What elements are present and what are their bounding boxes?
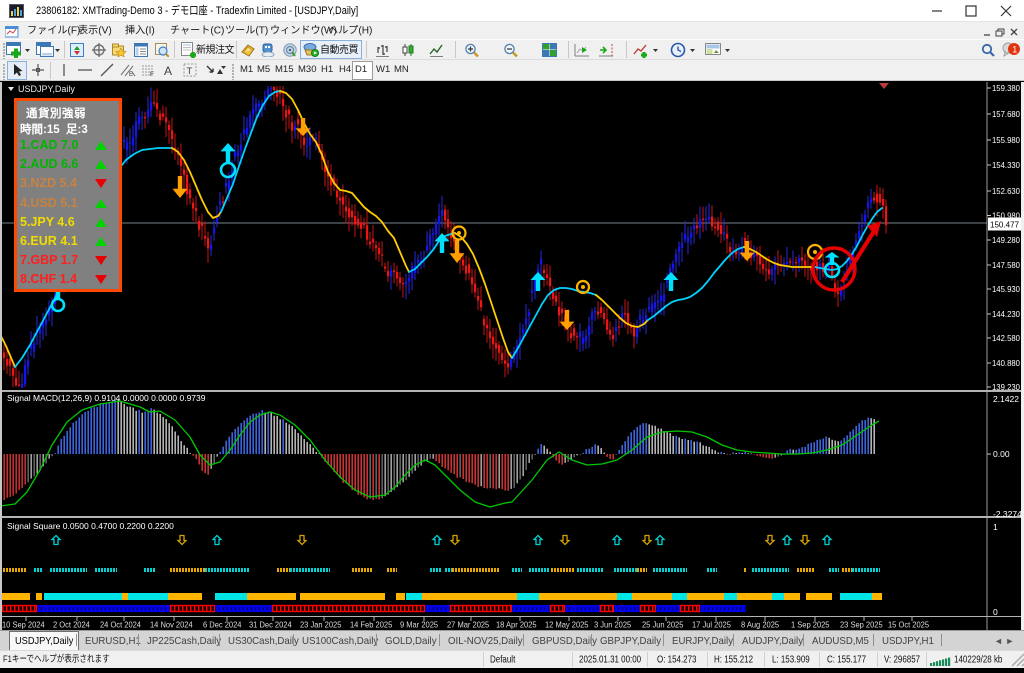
svg-text:142.580: 142.580 [992,333,1020,343]
svg-text:17 Jul 2025: 17 Jul 2025 [692,620,732,629]
svg-text:149.280: 149.280 [992,235,1020,245]
svg-text:23 Sep 2025: 23 Sep 2025 [840,620,883,629]
svg-text:159.380: 159.380 [992,83,1020,93]
svg-text:27 Mar 2025: 27 Mar 2025 [447,620,490,629]
svg-text:Signal MACD(12,26,9) 0.9104 0.: Signal MACD(12,26,9) 0.9104 0.0000 0.000… [7,393,206,403]
svg-text:150.477: 150.477 [990,220,1019,230]
svg-text:3 Jun 2025: 3 Jun 2025 [594,620,632,629]
svg-text:USDJPY,Daily: USDJPY,Daily [18,84,75,94]
svg-text:2 Oct 2024: 2 Oct 2024 [53,620,90,629]
svg-text:31 Dec 2024: 31 Dec 2024 [249,620,292,629]
svg-text:145.930: 145.930 [992,284,1020,294]
svg-text:18 Apr 2025: 18 Apr 2025 [496,620,537,629]
svg-text:1 Sep 2025: 1 Sep 2025 [791,620,830,629]
svg-text:9 Mar 2025: 9 Mar 2025 [400,620,439,629]
svg-text:140.880: 140.880 [992,358,1020,368]
svg-text:23 Jan 2025: 23 Jan 2025 [300,620,342,629]
svg-text:147.580: 147.580 [992,260,1020,270]
svg-text:155.980: 155.980 [992,135,1020,145]
svg-text:14 Feb 2025: 14 Feb 2025 [350,620,393,629]
svg-text:Signal Square 0.0500 0.4700 0.: Signal Square 0.0500 0.4700 0.2200 0.220… [7,521,174,531]
svg-text:15 Oct 2025: 15 Oct 2025 [888,620,930,629]
svg-text:T: T [187,66,193,77]
svg-text:E: E [129,72,133,77]
svg-text:25 Jun 2025: 25 Jun 2025 [642,620,684,629]
svg-text:152.630: 152.630 [992,186,1020,196]
svg-text:1: 1 [1012,45,1017,55]
svg-text:F: F [150,71,154,77]
svg-text:2.1422: 2.1422 [993,394,1019,404]
svg-text:1: 1 [993,522,998,532]
svg-text:157.680: 157.680 [992,109,1020,119]
svg-text:0: 0 [993,607,998,617]
svg-text:144.230: 144.230 [992,309,1020,319]
svg-text:6 Dec 2024: 6 Dec 2024 [203,620,242,629]
svg-text:154.330: 154.330 [992,160,1020,170]
svg-text:0.00: 0.00 [993,449,1010,459]
svg-text:A: A [164,64,172,77]
svg-text:12 May 2025: 12 May 2025 [545,620,589,629]
svg-text:24 Oct 2024: 24 Oct 2024 [100,620,142,629]
svg-text:14 Nov 2024: 14 Nov 2024 [150,620,193,629]
svg-text:-2.3274: -2.3274 [993,509,1022,519]
svg-text:8 Aug 2025: 8 Aug 2025 [741,620,780,629]
svg-text:10 Sep 2024: 10 Sep 2024 [2,620,45,629]
